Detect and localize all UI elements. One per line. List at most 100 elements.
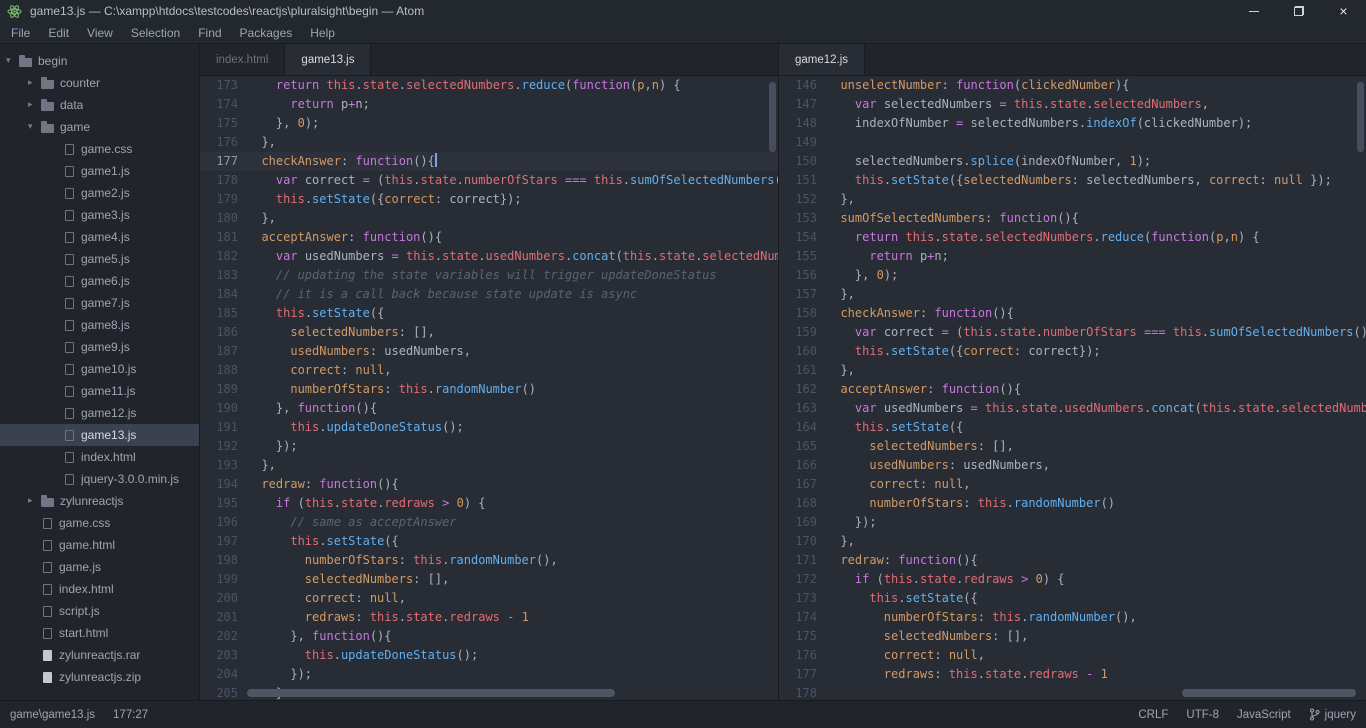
code-line-160[interactable]: 160 this.setState({correct: correct}); xyxy=(779,342,1366,361)
v-scroll-thumb-right[interactable] xyxy=(1357,82,1364,152)
code-line-161[interactable]: 161 }, xyxy=(779,361,1366,380)
menu-selection[interactable]: Selection xyxy=(122,22,189,44)
code-line-176[interactable]: 176 }, xyxy=(200,133,778,152)
tab-game13-js[interactable]: game13.js xyxy=(285,44,371,75)
code-line-150[interactable]: 150 selectedNumbers.splice(indexOfNumber… xyxy=(779,152,1366,171)
tree-file-game5-js[interactable]: game5.js xyxy=(0,248,199,270)
code-line-149[interactable]: 149 xyxy=(779,133,1366,152)
editor-right[interactable]: 146 unselectNumber: function(clickedNumb… xyxy=(779,76,1366,700)
code-line-184[interactable]: 184 // it is a call back because state u… xyxy=(200,285,778,304)
code-line-186[interactable]: 186 selectedNumbers: [], xyxy=(200,323,778,342)
code-line-190[interactable]: 190 }, function(){ xyxy=(200,399,778,418)
status-encoding[interactable]: UTF-8 xyxy=(1186,709,1219,721)
tree-file-index-html[interactable]: index.html xyxy=(0,578,199,600)
code-line-192[interactable]: 192 }); xyxy=(200,437,778,456)
tree-file-game13-js[interactable]: game13.js xyxy=(0,424,199,446)
menu-packages[interactable]: Packages xyxy=(231,22,302,44)
v-scroll-thumb-left[interactable] xyxy=(769,82,776,152)
code-line-189[interactable]: 189 numberOfStars: this.randomNumber() xyxy=(200,380,778,399)
menu-view[interactable]: View xyxy=(78,22,122,44)
h-scrollbar-left[interactable] xyxy=(247,689,774,698)
tree-file-game-html[interactable]: game.html xyxy=(0,534,199,556)
code-line-181[interactable]: 181 acceptAnswer: function(){ xyxy=(200,228,778,247)
code-line-172[interactable]: 172 if (this.state.redraws > 0) { xyxy=(779,570,1366,589)
code-line-199[interactable]: 199 selectedNumbers: [], xyxy=(200,570,778,589)
code-line-174[interactable]: 174 numberOfStars: this.randomNumber(), xyxy=(779,608,1366,627)
tree-file-game6-js[interactable]: game6.js xyxy=(0,270,199,292)
code-line-187[interactable]: 187 usedNumbers: usedNumbers, xyxy=(200,342,778,361)
tree-file-game-css[interactable]: game.css xyxy=(0,512,199,534)
minimize-button[interactable] xyxy=(1231,0,1276,22)
tree-file-game2-js[interactable]: game2.js xyxy=(0,182,199,204)
code-line-197[interactable]: 197 this.setState({ xyxy=(200,532,778,551)
code-line-173[interactable]: 173 return this.state.selectedNumbers.re… xyxy=(200,76,778,95)
code-line-158[interactable]: 158 checkAnswer: function(){ xyxy=(779,304,1366,323)
code-line-196[interactable]: 196 // same as acceptAnswer xyxy=(200,513,778,532)
h-scrollbar-right[interactable] xyxy=(826,689,1362,698)
code-line-203[interactable]: 203 this.updateDoneStatus(); xyxy=(200,646,778,665)
code-line-166[interactable]: 166 usedNumbers: usedNumbers, xyxy=(779,456,1366,475)
code-line-170[interactable]: 170 }, xyxy=(779,532,1366,551)
code-line-165[interactable]: 165 selectedNumbers: [], xyxy=(779,437,1366,456)
tree-file-start-html[interactable]: start.html xyxy=(0,622,199,644)
code-line-151[interactable]: 151 this.setState({selectedNumbers: sele… xyxy=(779,171,1366,190)
code-line-179[interactable]: 179 this.setState({correct: correct}); xyxy=(200,190,778,209)
code-line-188[interactable]: 188 correct: null, xyxy=(200,361,778,380)
tree-file-game12-js[interactable]: game12.js xyxy=(0,402,199,424)
code-line-178[interactable]: 178 var correct = (this.state.numberOfSt… xyxy=(200,171,778,190)
tab-game12-js[interactable]: game12.js xyxy=(779,44,865,75)
menu-file[interactable]: File xyxy=(2,22,39,44)
code-line-169[interactable]: 169 }); xyxy=(779,513,1366,532)
code-line-152[interactable]: 152 }, xyxy=(779,190,1366,209)
tree-file-game-css[interactable]: game.css xyxy=(0,138,199,160)
code-line-171[interactable]: 171 redraw: function(){ xyxy=(779,551,1366,570)
menu-edit[interactable]: Edit xyxy=(39,22,78,44)
code-line-202[interactable]: 202 }, function(){ xyxy=(200,627,778,646)
tree-file-index-html[interactable]: index.html xyxy=(0,446,199,468)
code-line-195[interactable]: 195 if (this.state.redraws > 0) { xyxy=(200,494,778,513)
tree-folder-data[interactable]: ▸data xyxy=(0,94,199,116)
code-line-175[interactable]: 175 }, 0); xyxy=(200,114,778,133)
code-line-198[interactable]: 198 numberOfStars: this.randomNumber(), xyxy=(200,551,778,570)
menu-help[interactable]: Help xyxy=(301,22,344,44)
status-line-ending[interactable]: CRLF xyxy=(1138,709,1168,721)
code-line-168[interactable]: 168 numberOfStars: this.randomNumber() xyxy=(779,494,1366,513)
code-line-177[interactable]: 177 redraws: this.state.redraws - 1 xyxy=(779,665,1366,684)
tree-file-game7-js[interactable]: game7.js xyxy=(0,292,199,314)
code-line-147[interactable]: 147 var selectedNumbers = this.state.sel… xyxy=(779,95,1366,114)
code-line-154[interactable]: 154 return this.state.selectedNumbers.re… xyxy=(779,228,1366,247)
status-git-branch[interactable]: jquery xyxy=(1309,708,1356,721)
code-line-180[interactable]: 180 }, xyxy=(200,209,778,228)
tree-file-game1-js[interactable]: game1.js xyxy=(0,160,199,182)
status-language[interactable]: JavaScript xyxy=(1237,709,1291,721)
code-line-204[interactable]: 204 }); xyxy=(200,665,778,684)
tree-file-zylunreactjs-zip[interactable]: zylunreactjs.zip xyxy=(0,666,199,688)
code-line-163[interactable]: 163 var usedNumbers = this.state.usedNum… xyxy=(779,399,1366,418)
tree-file-game9-js[interactable]: game9.js xyxy=(0,336,199,358)
status-cursor-position[interactable]: 177:27 xyxy=(113,709,148,721)
code-line-153[interactable]: 153 sumOfSelectedNumbers: function(){ xyxy=(779,209,1366,228)
editor-left[interactable]: 173 return this.state.selectedNumbers.re… xyxy=(200,76,778,700)
tree-file-game10-js[interactable]: game10.js xyxy=(0,358,199,380)
tab-index-html[interactable]: index.html xyxy=(200,44,285,75)
code-line-201[interactable]: 201 redraws: this.state.redraws - 1 xyxy=(200,608,778,627)
code-line-191[interactable]: 191 this.updateDoneStatus(); xyxy=(200,418,778,437)
tree-file-game8-js[interactable]: game8.js xyxy=(0,314,199,336)
code-line-164[interactable]: 164 this.setState({ xyxy=(779,418,1366,437)
tree-root-begin[interactable]: ▾begin xyxy=(0,50,199,72)
code-line-148[interactable]: 148 indexOfNumber = selectedNumbers.inde… xyxy=(779,114,1366,133)
code-line-175[interactable]: 175 selectedNumbers: [], xyxy=(779,627,1366,646)
code-line-146[interactable]: 146 unselectNumber: function(clickedNumb… xyxy=(779,76,1366,95)
tree-file-script-js[interactable]: script.js xyxy=(0,600,199,622)
tree-file-game3-js[interactable]: game3.js xyxy=(0,204,199,226)
code-line-174[interactable]: 174 return p+n; xyxy=(200,95,778,114)
code-line-162[interactable]: 162 acceptAnswer: function(){ xyxy=(779,380,1366,399)
code-line-159[interactable]: 159 var correct = (this.state.numberOfSt… xyxy=(779,323,1366,342)
h-scroll-thumb-right[interactable] xyxy=(1182,689,1356,697)
tree-folder-zylunreactjs[interactable]: ▸zylunreactjs xyxy=(0,490,199,512)
close-button[interactable]: × xyxy=(1321,0,1366,22)
tree-file-game11-js[interactable]: game11.js xyxy=(0,380,199,402)
code-line-200[interactable]: 200 correct: null, xyxy=(200,589,778,608)
code-line-176[interactable]: 176 correct: null, xyxy=(779,646,1366,665)
code-line-157[interactable]: 157 }, xyxy=(779,285,1366,304)
